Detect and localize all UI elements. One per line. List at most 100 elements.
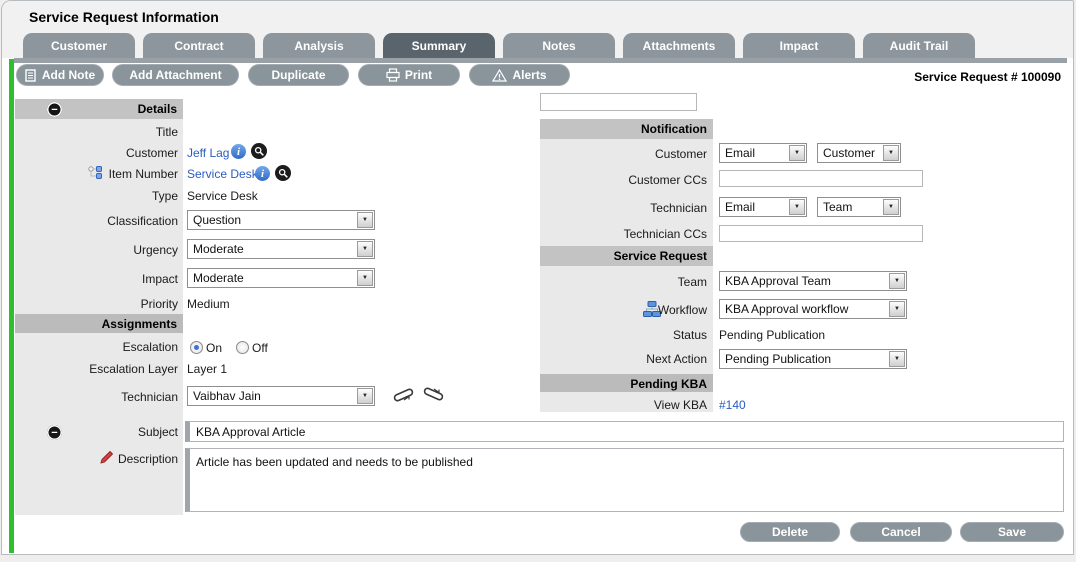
customer-method-value: Email bbox=[725, 146, 755, 160]
tab-summary[interactable]: Summary bbox=[383, 33, 495, 58]
customer-target-select[interactable]: Customer ▼ bbox=[817, 143, 901, 163]
next-action-label: Next Action bbox=[540, 352, 707, 366]
customer-method-select[interactable]: Email ▼ bbox=[719, 143, 807, 163]
customer-ccs-input[interactable] bbox=[719, 170, 923, 187]
team-label: Team bbox=[540, 275, 707, 289]
details-section-header: Details bbox=[15, 99, 183, 119]
tab-bar: Customer Contract Analysis Summary Notes… bbox=[23, 33, 975, 58]
next-action-value: Pending Publication bbox=[725, 352, 831, 366]
add-note-label: Add Note bbox=[42, 68, 95, 82]
chevron-down-icon: ▼ bbox=[889, 351, 905, 367]
escalation-on-radio[interactable] bbox=[190, 341, 203, 354]
alerts-button[interactable]: Alerts bbox=[469, 64, 570, 86]
chevron-down-icon: ▼ bbox=[889, 301, 905, 317]
cancel-label: Cancel bbox=[881, 525, 920, 539]
team-select[interactable]: KBA Approval Team ▼ bbox=[719, 271, 907, 291]
customer-info-icon[interactable]: i bbox=[231, 144, 246, 159]
customer-label: Customer bbox=[2, 146, 178, 160]
chevron-down-icon: ▼ bbox=[883, 199, 899, 215]
page-title: Service Request Information bbox=[29, 9, 219, 25]
status-label: Status bbox=[540, 328, 707, 342]
description-textarea[interactable]: Article has been updated and needs to be… bbox=[185, 448, 1064, 512]
tab-attachments[interactable]: Attachments bbox=[623, 33, 735, 58]
tab-contract[interactable]: Contract bbox=[143, 33, 255, 58]
tab-customer[interactable]: Customer bbox=[23, 33, 135, 58]
technician-method-select[interactable]: Email ▼ bbox=[719, 197, 807, 217]
priority-value: Medium bbox=[187, 297, 230, 311]
escalation-layer-label: Escalation Layer bbox=[2, 362, 178, 376]
notification-top-input[interactable] bbox=[540, 93, 697, 111]
collapse-details-button[interactable]: − bbox=[47, 102, 62, 117]
chevron-down-icon: ▼ bbox=[357, 388, 373, 404]
escalation-layer-value: Layer 1 bbox=[187, 362, 227, 376]
urgency-select[interactable]: Moderate ▼ bbox=[187, 239, 375, 259]
alerts-label: Alerts bbox=[512, 68, 546, 82]
print-label: Print bbox=[405, 68, 432, 82]
cancel-button[interactable]: Cancel bbox=[850, 522, 952, 542]
workflow-value: KBA Approval workflow bbox=[725, 302, 848, 316]
notification-section-header: Notification bbox=[540, 119, 713, 139]
view-kba-link[interactable]: #140 bbox=[719, 398, 746, 412]
next-action-select[interactable]: Pending Publication ▼ bbox=[719, 349, 907, 369]
duplicate-label: Duplicate bbox=[271, 68, 325, 82]
chevron-down-icon: ▼ bbox=[889, 273, 905, 289]
save-button[interactable]: Save bbox=[960, 522, 1064, 542]
alert-icon bbox=[492, 69, 507, 82]
description-label: Description bbox=[2, 452, 178, 466]
print-button[interactable]: Print bbox=[358, 64, 460, 86]
save-label: Save bbox=[998, 525, 1026, 539]
add-note-button[interactable]: Add Note bbox=[16, 64, 104, 86]
deescalate-icon[interactable] bbox=[422, 385, 446, 404]
chevron-down-icon: ▼ bbox=[883, 145, 899, 161]
item-search-icon[interactable] bbox=[275, 165, 291, 181]
workflow-select[interactable]: KBA Approval workflow ▼ bbox=[719, 299, 907, 319]
impact-select[interactable]: Moderate ▼ bbox=[187, 268, 375, 288]
impact-value: Moderate bbox=[193, 271, 244, 285]
escalation-off-radio[interactable] bbox=[236, 341, 249, 354]
tab-notes[interactable]: Notes bbox=[503, 33, 615, 58]
technician-label: Technician bbox=[2, 390, 178, 404]
note-icon bbox=[25, 69, 37, 82]
customer-link[interactable]: Jeff Lag bbox=[187, 146, 229, 160]
add-attachment-button[interactable]: Add Attachment bbox=[112, 64, 239, 86]
urgency-label: Urgency bbox=[2, 243, 178, 257]
tab-audit-trail[interactable]: Audit Trail bbox=[863, 33, 975, 58]
technician-target-value: Team bbox=[823, 200, 852, 214]
chevron-down-icon: ▼ bbox=[357, 241, 373, 257]
classification-select[interactable]: Question ▼ bbox=[187, 210, 375, 230]
title-label: Title bbox=[2, 125, 178, 139]
technician-target-select[interactable]: Team ▼ bbox=[817, 197, 901, 217]
type-value: Service Desk bbox=[187, 189, 258, 203]
classification-label: Classification bbox=[2, 214, 178, 228]
technician-method-value: Email bbox=[725, 200, 755, 214]
duplicate-button[interactable]: Duplicate bbox=[248, 64, 349, 86]
technician-ccs-input[interactable] bbox=[719, 225, 923, 242]
status-value: Pending Publication bbox=[719, 328, 825, 342]
item-number-link[interactable]: Service Desk bbox=[187, 167, 258, 181]
tab-impact[interactable]: Impact bbox=[743, 33, 855, 58]
printer-icon bbox=[386, 68, 400, 82]
subject-input[interactable] bbox=[185, 421, 1064, 442]
team-value: KBA Approval Team bbox=[725, 274, 831, 288]
request-number: Service Request # 100090 bbox=[914, 70, 1061, 84]
item-info-icon[interactable]: i bbox=[255, 166, 270, 181]
service-request-section-header: Service Request bbox=[540, 246, 713, 266]
technician-value: Vaibhav Jain bbox=[193, 389, 261, 403]
tab-underline bbox=[14, 58, 1067, 63]
urgency-value: Moderate bbox=[193, 242, 244, 256]
add-attachment-label: Add Attachment bbox=[129, 68, 221, 82]
technician-select[interactable]: Vaibhav Jain ▼ bbox=[187, 386, 375, 406]
customer-target-value: Customer bbox=[823, 146, 875, 160]
workflow-label: Workflow bbox=[540, 303, 707, 317]
tab-analysis[interactable]: Analysis bbox=[263, 33, 375, 58]
impact-label: Impact bbox=[2, 272, 178, 286]
escalate-icon[interactable] bbox=[392, 385, 416, 404]
delete-button[interactable]: Delete bbox=[740, 522, 840, 542]
customer-search-icon[interactable] bbox=[251, 143, 267, 159]
escalation-on-label: On bbox=[206, 341, 222, 355]
priority-label: Priority bbox=[2, 297, 178, 311]
chevron-down-icon: ▼ bbox=[789, 199, 805, 215]
technician-ccs-label: Technician CCs bbox=[540, 227, 707, 241]
type-label: Type bbox=[2, 189, 178, 203]
classification-value: Question bbox=[193, 213, 241, 227]
